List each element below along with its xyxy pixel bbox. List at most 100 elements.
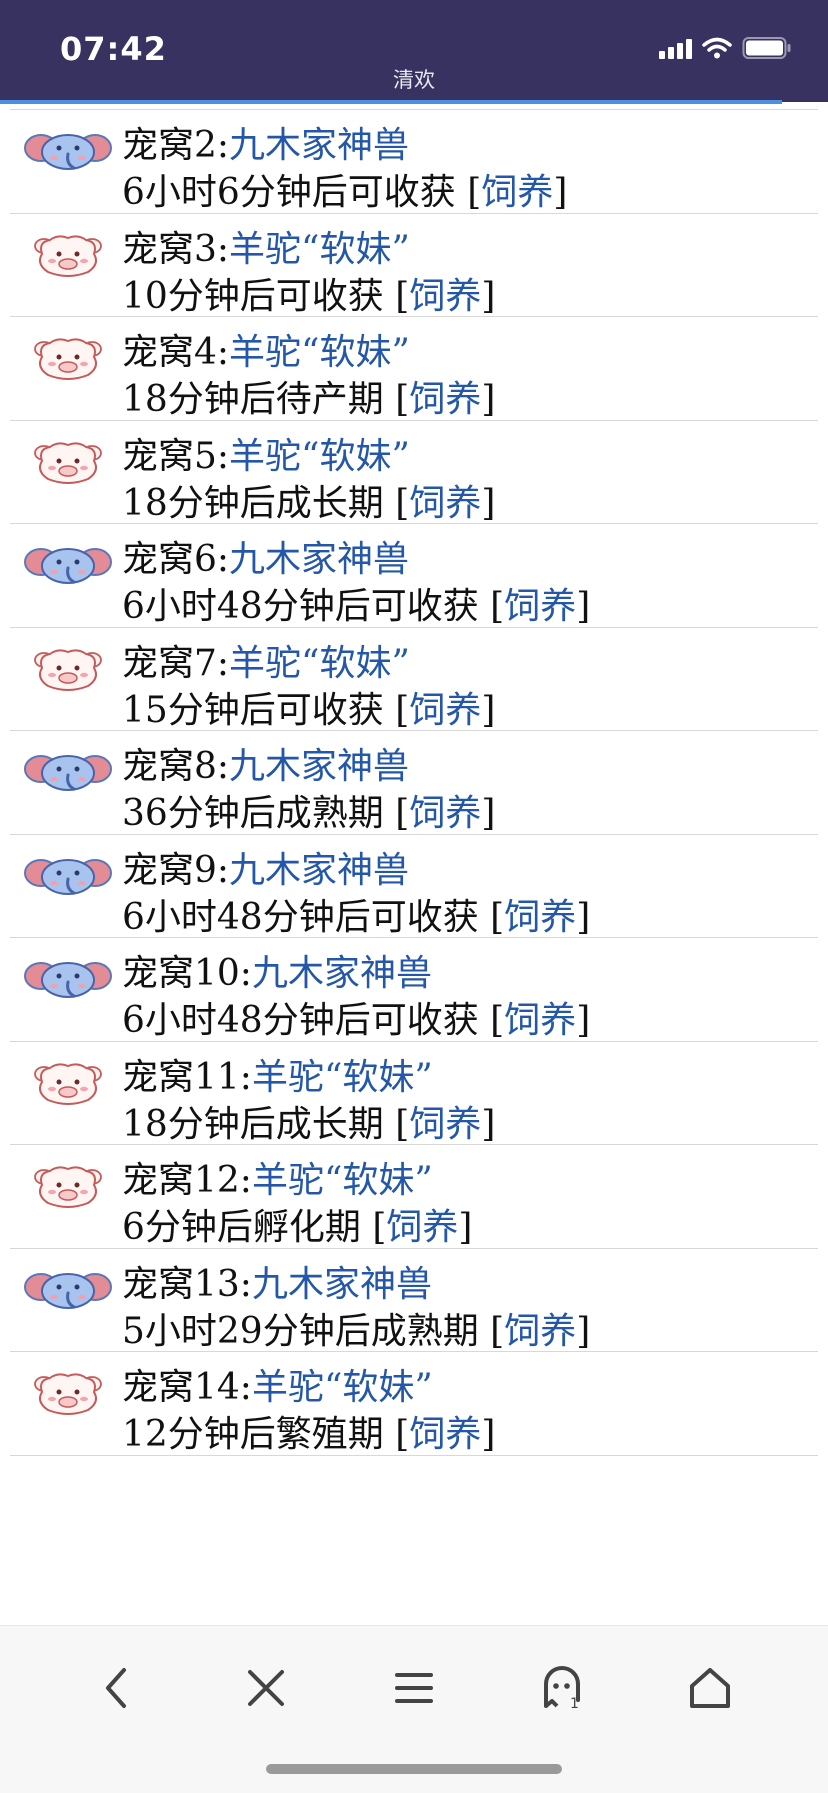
- pet-info: 宠窝5:羊驼“软妹” 18分钟后成长期 [饲养]: [122, 433, 495, 527]
- pet-info: 宠窝3:羊驼“软妹” 10分钟后可收获 [饲养]: [122, 226, 495, 320]
- kennel-label: 宠窝10:: [122, 953, 252, 994]
- pet-name-link[interactable]: 羊驼“软妹”: [252, 1367, 433, 1408]
- pet-status: 18分钟后成长期 [: [122, 482, 410, 524]
- page-title: 清欢: [393, 68, 435, 92]
- list-item: 宠窝4:羊驼“软妹” 18分钟后待产期 [饲养]: [10, 317, 818, 421]
- pet-info: 宠窝12:羊驼“软妹” 6分钟后孵化期 [饲养]: [122, 1157, 472, 1251]
- pet-status: 18分钟后成长期 [: [122, 1103, 410, 1145]
- pet-status-line: 36分钟后成熟期 [饲养]: [122, 790, 495, 837]
- kennel-label: 宠窝8:: [122, 746, 230, 787]
- list-item: 宠窝13:九木家神兽 5小时29分钟后成熟期 [饲养]: [10, 1249, 818, 1355]
- pet-info: 宠窝14:羊驼“软妹” 12分钟后繁殖期 [饲养]: [122, 1364, 495, 1458]
- pet-status-line: 6小时48分钟后可收获 [饲养]: [122, 894, 590, 941]
- pet-name-link[interactable]: 羊驼“软妹”: [252, 1160, 433, 1201]
- back-icon: [106, 1668, 126, 1708]
- pet-name-link[interactable]: 羊驼“软妹”: [229, 436, 410, 477]
- pet-title-line: 宠窝2:九木家神兽: [122, 122, 567, 169]
- alpaca-icon: [24, 232, 112, 280]
- pet-name-link[interactable]: 羊驼“软妹”: [229, 643, 410, 684]
- pet-status-line: 6分钟后孵化期 [饲养]: [122, 1204, 472, 1251]
- pet-name-link[interactable]: 九木家神兽: [229, 125, 409, 166]
- pet-list: 宠窝2:九木家神兽 6小时6分钟后可收获 [饲养] 宠窝3:羊驼“软妹” 10分钟后可…: [0, 104, 828, 1625]
- close-button[interactable]: [234, 1656, 298, 1720]
- pet-status-line: 10分钟后可收获 [饲养]: [122, 273, 495, 320]
- alpaca-icon: [24, 439, 112, 487]
- pet-name-link[interactable]: 九木家神兽: [229, 539, 409, 580]
- kennel-label: 宠窝11:: [122, 1056, 252, 1098]
- feed-link[interactable]: 饲养: [409, 1414, 481, 1455]
- signal-icon: [659, 37, 692, 59]
- elephant-icon: [24, 853, 112, 901]
- pet-status-line: 18分钟后成长期 [饲养]: [122, 1101, 495, 1148]
- pet-name-link[interactable]: 九木家神兽: [252, 1264, 432, 1305]
- pet-name-link[interactable]: 九木家神兽: [229, 850, 409, 891]
- pet-title-line: 宠窝5:羊驼“软妹”: [122, 433, 495, 480]
- bracket-close: ]: [481, 482, 496, 524]
- bracket-close: ]: [576, 1310, 591, 1352]
- feed-link[interactable]: 饲养: [409, 690, 481, 731]
- kennel-label: 宠窝4:: [122, 332, 230, 373]
- pet-name-link[interactable]: 羊驼“软妹”: [229, 332, 410, 373]
- status-time: 07:42: [60, 30, 167, 68]
- pet-name-link[interactable]: 羊驼“软妹”: [252, 1057, 433, 1098]
- list-item: 宠窝12:羊驼“软妹” 6分钟后孵化期 [饲养]: [10, 1145, 818, 1249]
- feed-link[interactable]: 饲养: [409, 379, 481, 420]
- menu-button[interactable]: [382, 1656, 446, 1720]
- feed-link[interactable]: 饲养: [481, 172, 553, 213]
- pet-status: 6小时6分钟后可收获 [: [122, 172, 482, 213]
- pet-title-line: 宠窝11:羊驼“软妹”: [122, 1054, 495, 1101]
- list-item: 宠窝14:羊驼“软妹” 12分钟后繁殖期 [饲养]: [10, 1352, 818, 1456]
- pet-status-line: 18分钟后成长期 [饲养]: [122, 480, 495, 527]
- alpaca-icon: [24, 1370, 112, 1418]
- pet-title-line: 宠窝7:羊驼“软妹”: [122, 640, 495, 687]
- pet-name-link[interactable]: 羊驼“软妹”: [229, 229, 410, 270]
- pet-info: 宠窝7:羊驼“软妹” 15分钟后可收获 [饲养]: [122, 640, 495, 734]
- alpaca-icon: [24, 335, 112, 383]
- pet-status: 15分钟后可收获 [: [122, 689, 410, 731]
- feed-link[interactable]: 饲养: [409, 793, 481, 834]
- pet-status-line: 15分钟后可收获 [饲养]: [122, 687, 495, 734]
- bracket-close: ]: [481, 1103, 496, 1145]
- kennel-label: 宠窝5:: [122, 435, 230, 477]
- pet-status-line: 12分钟后繁殖期 [饲养]: [122, 1411, 495, 1458]
- elephant-icon: [24, 749, 112, 797]
- pet-name-link[interactable]: 九木家神兽: [229, 746, 409, 787]
- pet-name-link[interactable]: 九木家神兽: [252, 953, 432, 994]
- kennel-label: 宠窝6:: [122, 539, 230, 580]
- back-button[interactable]: [86, 1656, 150, 1720]
- list-item: 宠窝2:九木家神兽 6小时6分钟后可收获 [饲养]: [10, 110, 818, 214]
- pet-info: 宠窝6:九木家神兽 6小时48分钟后可收获 [饲养]: [122, 536, 590, 630]
- home-icon: [690, 1668, 730, 1708]
- pet-title-line: 宠窝13:九木家神兽: [122, 1261, 590, 1308]
- pet-info: 宠窝2:九木家神兽 6小时6分钟后可收获 [饲养]: [122, 122, 567, 216]
- pet-title-line: 宠窝4:羊驼“软妹”: [122, 329, 495, 376]
- feed-link[interactable]: 饲养: [409, 483, 481, 524]
- elephant-icon: [24, 956, 112, 1004]
- alpaca-icon: [24, 1163, 112, 1211]
- pet-title-line: 宠窝6:九木家神兽: [122, 536, 590, 583]
- pet-status-line: 6小时48分钟后可收获 [饲养]: [122, 997, 590, 1044]
- pet-info: 宠窝8:九木家神兽 36分钟后成熟期 [饲养]: [122, 743, 495, 837]
- home-button[interactable]: [678, 1656, 742, 1720]
- pet-info: 宠窝13:九木家神兽 5小时29分钟后成熟期 [饲养]: [122, 1261, 590, 1355]
- list-item: 宠窝5:羊驼“软妹” 18分钟后成长期 [饲养]: [10, 421, 818, 527]
- pet-title-line: 宠窝10:九木家神兽: [122, 950, 590, 997]
- bracket-close: ]: [576, 896, 591, 938]
- pet-status-line: 6小时48分钟后可收获 [饲养]: [122, 583, 590, 630]
- bracket-close: ]: [458, 1207, 473, 1248]
- feed-link[interactable]: 饲养: [386, 1207, 458, 1248]
- list-item: 宠窝7:羊驼“软妹” 15分钟后可收获 [饲养]: [10, 628, 818, 734]
- feed-link[interactable]: 饲养: [504, 897, 576, 938]
- feed-link[interactable]: 饲养: [409, 276, 481, 317]
- status-icons: [659, 36, 792, 60]
- ghost-icon: 1: [544, 1666, 580, 1710]
- kennel-label: 宠窝9:: [122, 849, 230, 891]
- feed-link[interactable]: 饲养: [504, 1311, 576, 1352]
- feed-link[interactable]: 饲养: [504, 586, 576, 627]
- tabs-button[interactable]: 1: [530, 1656, 594, 1720]
- feed-link[interactable]: 饲养: [504, 1000, 576, 1041]
- close-icon: [248, 1670, 284, 1706]
- wifi-icon: [702, 37, 732, 59]
- svg-text:1: 1: [570, 1696, 579, 1710]
- feed-link[interactable]: 饲养: [409, 1104, 481, 1145]
